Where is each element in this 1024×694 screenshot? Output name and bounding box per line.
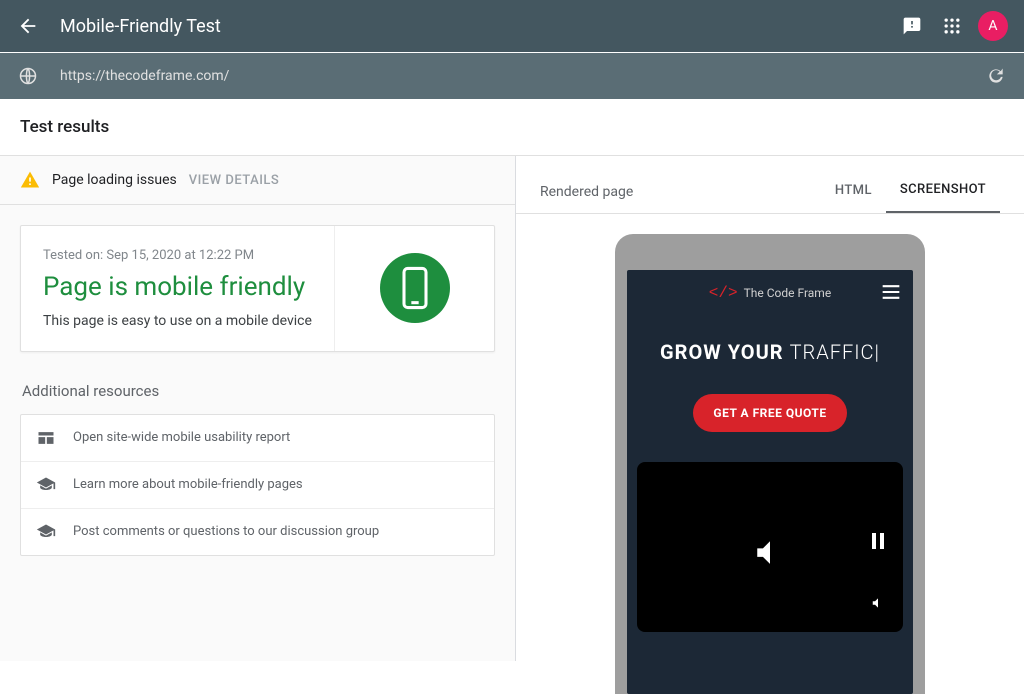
- globe-icon: [16, 64, 40, 88]
- apps-grid-icon[interactable]: [936, 10, 968, 42]
- loading-issues-label: Page loading issues: [52, 172, 177, 188]
- app-header: Mobile-Friendly Test A: [0, 0, 1024, 52]
- phone-screen: </> The Code Frame GROW YOUR TRAFFIC| GE…: [627, 270, 913, 694]
- back-arrow-icon[interactable]: [16, 14, 40, 38]
- preview-cta-button[interactable]: GET A FREE QUOTE: [693, 394, 846, 432]
- tested-on-label: Tested on: Sep 15, 2020 at 12:22 PM: [43, 248, 312, 263]
- right-panel: Rendered page HTML SCREENSHOT </> The Co…: [516, 156, 1024, 661]
- resource-item-usability-report[interactable]: Open site-wide mobile usability report: [21, 415, 494, 462]
- resource-label: Learn more about mobile-friendly pages: [73, 477, 303, 492]
- preview-brand: </> The Code Frame: [709, 284, 831, 302]
- preview-brand-text: The Code Frame: [744, 286, 832, 300]
- feedback-icon[interactable]: [896, 10, 928, 42]
- preview-hero-text: GROW YOUR TRAFFIC|: [639, 340, 901, 364]
- resource-label: Post comments or questions to our discus…: [73, 524, 379, 539]
- loading-issues-bar: Page loading issues VIEW DETAILS: [0, 156, 515, 205]
- resource-item-discussion[interactable]: Post comments or questions to our discus…: [21, 509, 494, 555]
- school-icon: [35, 474, 57, 496]
- code-icon: </>: [709, 284, 738, 302]
- resources-title: Additional resources: [20, 372, 495, 414]
- warning-icon: [20, 170, 40, 190]
- speaker-small-icon[interactable]: [871, 595, 885, 614]
- mobile-friendly-icon: [380, 253, 450, 323]
- resource-item-learn-more[interactable]: Learn more about mobile-friendly pages: [21, 462, 494, 509]
- right-tabs: Rendered page HTML SCREENSHOT: [516, 156, 1024, 214]
- hamburger-menu-icon[interactable]: [881, 284, 901, 304]
- url-bar: https://thecodeframe.com/: [0, 53, 1024, 99]
- pause-icon[interactable]: [871, 533, 885, 553]
- verdict-text: Page is mobile friendly: [43, 273, 312, 303]
- school-icon: [35, 521, 57, 543]
- resource-label: Open site-wide mobile usability report: [73, 430, 290, 445]
- results-heading: Test results: [0, 99, 1024, 156]
- tested-url[interactable]: https://thecodeframe.com/: [60, 68, 984, 84]
- phone-frame: </> The Code Frame GROW YOUR TRAFFIC| GE…: [615, 234, 925, 694]
- report-icon: [35, 427, 57, 449]
- view-details-button[interactable]: VIEW DETAILS: [189, 173, 280, 188]
- account-avatar[interactable]: A: [978, 11, 1008, 41]
- tab-screenshot[interactable]: SCREENSHOT: [886, 170, 1000, 213]
- page-title: Mobile-Friendly Test: [60, 16, 221, 37]
- refresh-icon[interactable]: [984, 64, 1008, 88]
- tab-html[interactable]: HTML: [821, 171, 886, 212]
- preview-video-player[interactable]: [637, 462, 903, 632]
- left-panel: Page loading issues VIEW DETAILS Tested …: [0, 156, 516, 661]
- additional-resources: Additional resources Open site-wide mobi…: [20, 372, 495, 556]
- rendered-page-label: Rendered page: [540, 184, 633, 200]
- result-card: Tested on: Sep 15, 2020 at 12:22 PM Page…: [20, 225, 495, 352]
- speaker-icon: [753, 536, 787, 574]
- verdict-subtitle: This page is easy to use on a mobile dev…: [43, 313, 312, 329]
